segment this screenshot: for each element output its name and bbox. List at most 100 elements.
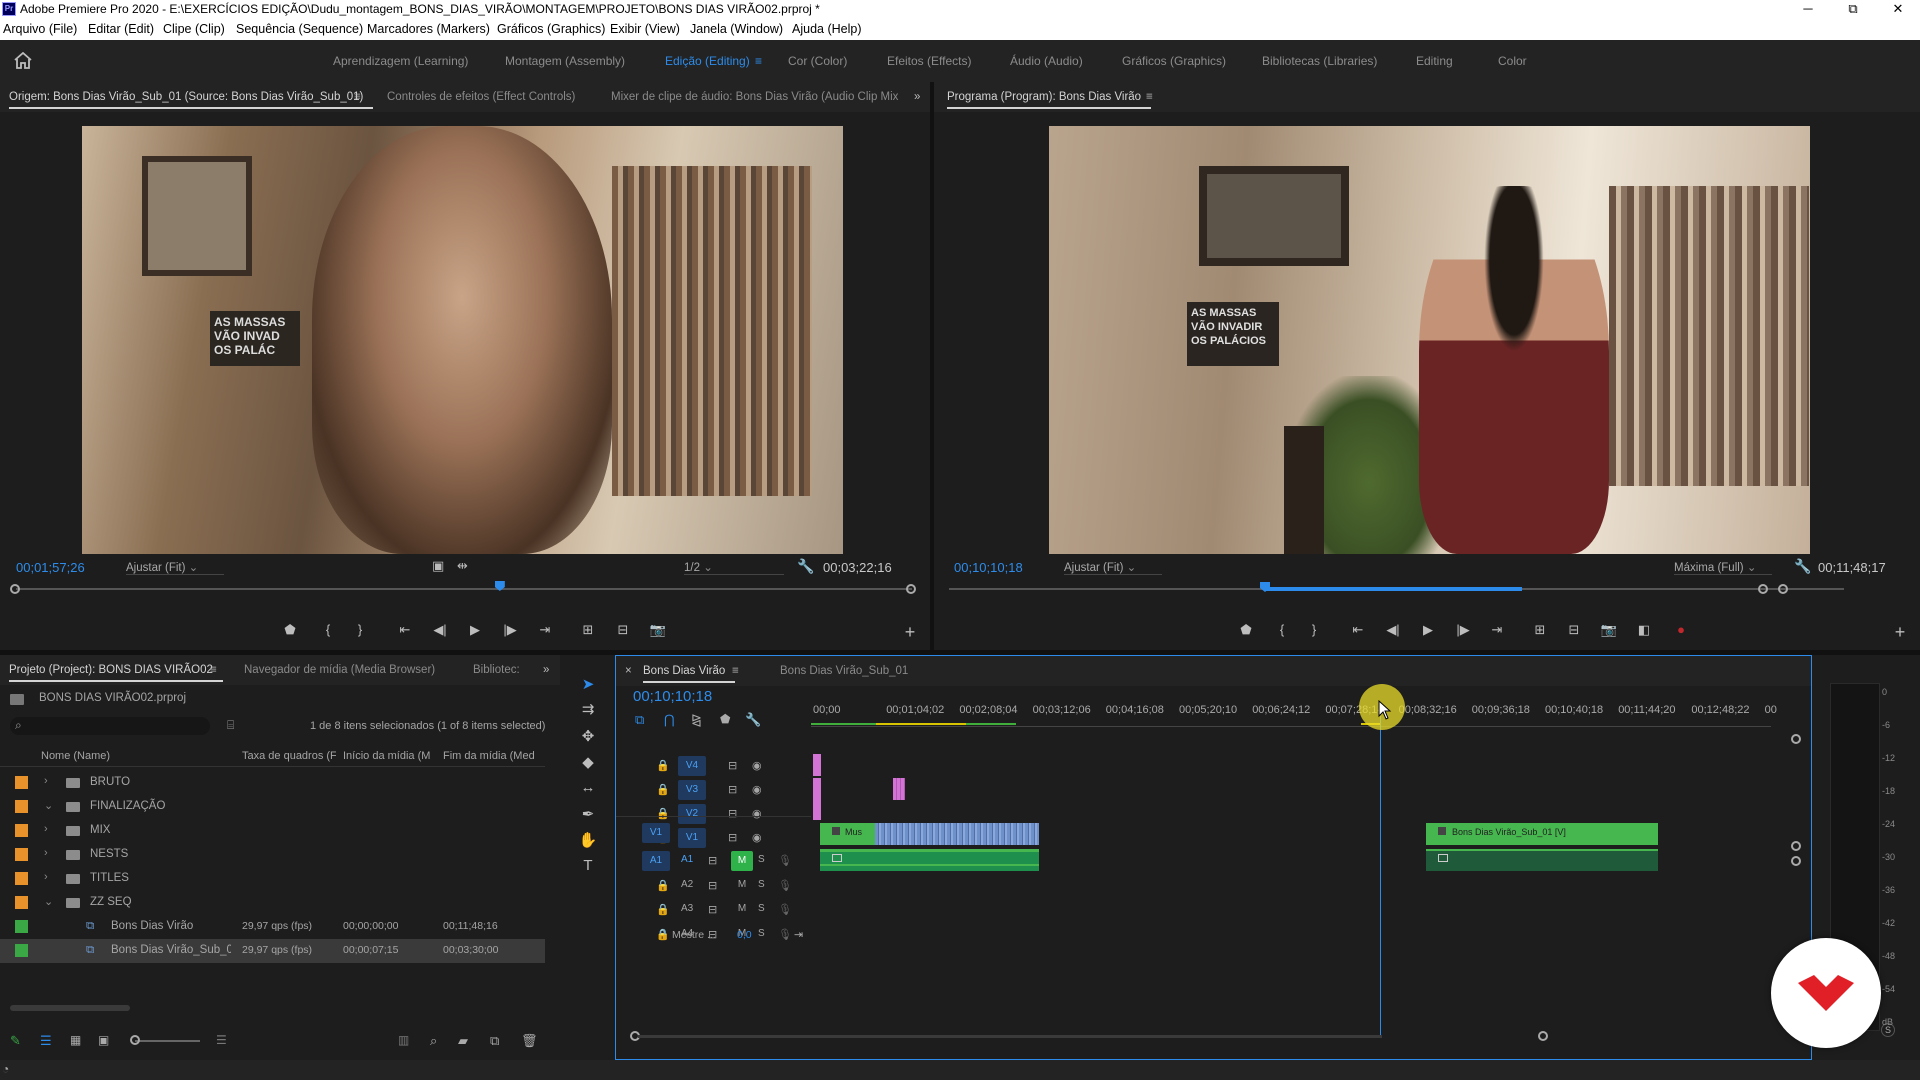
project-bin-row[interactable]: › NESTS — [0, 843, 545, 867]
lock-icon[interactable]: 🔒 — [656, 783, 670, 796]
new-search-bin-icon[interactable]: ⌸ — [227, 718, 234, 733]
timeline-settings-wrench-icon[interactable]: 🔧 — [745, 712, 761, 728]
sync-lock-icon[interactable]: ⊟ — [708, 879, 717, 892]
column-frame-rate[interactable]: Taxa de quadros (F — [242, 750, 336, 762]
chevron-right-icon[interactable]: › — [44, 823, 48, 835]
track-name[interactable]: A1 — [681, 854, 693, 865]
go-to-out-icon[interactable]: ⇥ — [535, 622, 555, 638]
export-frame-icon[interactable]: 📷 — [1599, 622, 1619, 638]
play-icon[interactable]: ▶ — [1418, 622, 1438, 638]
workspace-graphics[interactable]: Gráficos (Graphics) — [1122, 54, 1226, 68]
timeline-panel-menu-icon[interactable]: ≡ — [732, 665, 739, 677]
overwrite-icon[interactable]: ⊟ — [613, 622, 633, 638]
freeform-view-icon[interactable]: ▣ — [98, 1033, 109, 1047]
menu-edit[interactable]: Editar (Edit) — [88, 22, 154, 36]
source-patch-v1[interactable]: V1 — [642, 823, 670, 843]
source-insert-icon[interactable]: ▣ — [432, 558, 444, 574]
hand-tool-icon[interactable]: ✋ — [577, 831, 599, 849]
source-resolution-dropdown[interactable]: 1/2 — [684, 560, 784, 575]
insert-icon[interactable]: ⊞ — [578, 622, 598, 638]
clip-a1-music[interactable] — [820, 849, 1039, 871]
mute-button[interactable]: M — [731, 851, 753, 871]
clip-v4-graphic[interactable] — [813, 754, 821, 776]
sort-icon[interactable]: ☰ — [216, 1033, 227, 1047]
eye-icon[interactable]: ◉ — [752, 831, 762, 844]
snap-magnet-icon[interactable]: ⋂ — [664, 712, 675, 728]
track-select-tool-icon[interactable]: ⇉ — [577, 700, 599, 718]
solo-button[interactable]: S — [758, 854, 765, 865]
workspace-editing-custom[interactable]: Editing — [1416, 54, 1453, 68]
program-settings-wrench-icon[interactable]: 🔧 — [1794, 558, 1811, 575]
source-scrubber[interactable] — [16, 588, 912, 590]
source-fit-dropdown[interactable]: Ajustar (Fit) — [126, 560, 224, 575]
menu-window[interactable]: Janela (Window) — [690, 22, 783, 36]
step-forward-icon[interactable]: |▶ — [500, 622, 520, 638]
eye-icon[interactable]: ◉ — [752, 807, 762, 820]
workspace-effects[interactable]: Efeitos (Effects) — [887, 54, 971, 68]
write-protect-pencil-icon[interactable]: ✎ — [10, 1033, 21, 1049]
volume-rubber-band[interactable] — [820, 864, 1039, 866]
add-marker-icon[interactable]: ⬟ — [720, 712, 730, 726]
source-zoom-end-handle[interactable] — [906, 584, 916, 594]
mute-button[interactable]: M — [731, 879, 753, 890]
type-tool-icon[interactable]: T — [577, 857, 599, 874]
project-sequence-row[interactable]: ⧉ Bons Dias Virão_Sub_0 29,97 qps (fps) 00;… — [0, 939, 545, 963]
automate-to-sequence-icon[interactable]: ▥ — [398, 1033, 409, 1047]
track-name[interactable]: A3 — [681, 903, 693, 914]
track-target-toggle[interactable]: V2 — [678, 804, 706, 824]
tab-audio-clip-mixer[interactable]: Mixer de clipe de áudio: Bons Dias Virão… — [611, 91, 898, 103]
new-item-icon[interactable]: ⧉ — [490, 1033, 499, 1049]
chevron-right-icon[interactable]: › — [44, 847, 48, 859]
microphone-icon[interactable]: 🎙 — [778, 879, 792, 892]
step-back-icon[interactable]: ◀| — [430, 622, 450, 638]
play-icon[interactable]: ▶ — [465, 622, 485, 638]
timeline-scroll-end-handle[interactable] — [1538, 1031, 1548, 1041]
column-name[interactable]: Nome (Name) — [41, 750, 110, 762]
extract-icon[interactable]: ⊟ — [1564, 622, 1584, 638]
project-bin-row[interactable]: › MIX — [0, 819, 545, 843]
workspace-color[interactable]: Cor (Color) — [788, 54, 847, 68]
menu-clip[interactable]: Clipe (Clip) — [163, 22, 225, 36]
master-volume-value[interactable]: 0,0 — [737, 929, 752, 941]
slip-tool-icon[interactable]: ↔ — [577, 779, 599, 796]
project-search-input[interactable]: ⌕ — [10, 717, 210, 735]
clear-trash-icon[interactable]: 🗑 — [521, 1033, 538, 1049]
lock-icon[interactable]: 🔒 — [656, 759, 670, 772]
add-button-icon[interactable]: + — [1890, 622, 1910, 643]
tab-sequence-sub[interactable]: Bons Dias Virão_Sub_01 — [780, 665, 908, 677]
track-zoom-handle-mid[interactable] — [1791, 841, 1801, 851]
thumbnail-size-handle[interactable] — [130, 1035, 140, 1045]
source-zoom-start-handle[interactable] — [10, 584, 20, 594]
lock-icon[interactable]: 🔒 — [656, 903, 670, 916]
chevron-down-icon[interactable]: ⌄ — [44, 895, 53, 908]
go-to-out-icon[interactable]: ⇥ — [1487, 622, 1507, 638]
panel-overflow-icon[interactable]: » — [914, 91, 920, 103]
tab-libraries[interactable]: Bibliotec: — [473, 664, 520, 676]
project-panel-menu-icon[interactable]: ≡ — [210, 664, 217, 676]
lift-icon[interactable]: ⊞ — [1530, 622, 1550, 638]
video-zoom-handle[interactable] — [1791, 734, 1801, 744]
razor-tool-icon[interactable]: ◆ — [577, 753, 599, 771]
tab-project[interactable]: Projeto (Project): BONS DIAS VIRÃO02 — [9, 664, 223, 682]
list-view-icon[interactable]: ☰ — [40, 1033, 52, 1049]
solo-button[interactable]: S — [758, 928, 765, 939]
menu-sequence[interactable]: Sequência (Sequence) — [236, 22, 363, 36]
menu-file[interactable]: Arquivo (File) — [3, 22, 77, 36]
clip-v1-cuts[interactable] — [875, 823, 1039, 845]
step-forward-icon[interactable]: |▶ — [1453, 622, 1473, 638]
program-quality-dropdown[interactable]: Máxima (Full) — [1674, 560, 1772, 575]
add-button-icon[interactable]: + — [900, 622, 920, 643]
mark-in-icon[interactable]: { — [1272, 622, 1292, 637]
project-sequence-row[interactable]: ⧉ Bons Dias Virão 29,97 qps (fps) 00;00;00;… — [0, 915, 545, 939]
home-icon[interactable] — [14, 52, 32, 69]
microphone-icon[interactable]: 🎙 — [778, 854, 792, 867]
label-color-swatch[interactable] — [15, 848, 28, 861]
tab-effect-controls[interactable]: Controles de efeitos (Effect Controls) — [387, 91, 575, 103]
drag-video-icon[interactable]: ⇹ — [457, 558, 468, 574]
timeline-timecode[interactable]: 00;10;10;18 — [633, 688, 712, 705]
audio-zoom-handle[interactable] — [1791, 856, 1801, 866]
program-playhead-timecode[interactable]: 00;10;10;18 — [954, 560, 1023, 575]
program-zoom-start-handle[interactable] — [1758, 584, 1768, 594]
restore-button[interactable]: ⧉ — [1831, 0, 1875, 19]
comparison-view-icon[interactable]: ◧ — [1634, 622, 1654, 638]
